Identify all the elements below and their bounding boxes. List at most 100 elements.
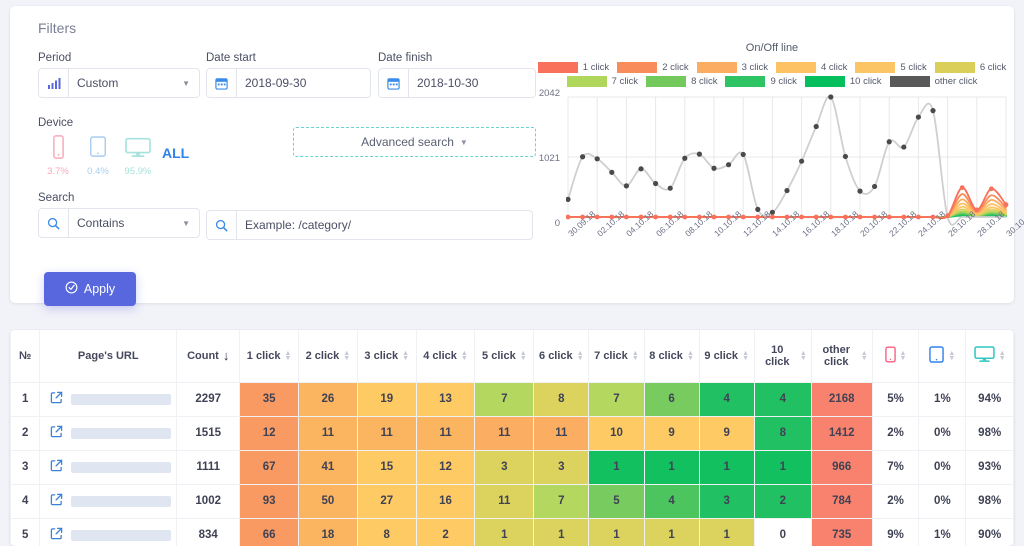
- external-link-icon[interactable]: [50, 497, 63, 509]
- table-header-10-click[interactable]: 10 click▲▼: [754, 330, 811, 382]
- table-row: 410029350271611754327842%0%98%: [11, 484, 1014, 518]
- table-header-count[interactable]: Count↓: [177, 330, 240, 382]
- page-url-cell[interactable]: [40, 484, 177, 518]
- device-option-desktop[interactable]: 95.9%: [118, 135, 158, 177]
- table-header-tablet-icon[interactable]: ▲▼: [919, 330, 966, 382]
- search-input-placeholder[interactable]: Example: /category/: [237, 211, 532, 239]
- calendar-icon[interactable]: [207, 69, 237, 97]
- external-link-icon[interactable]: [50, 463, 63, 475]
- advanced-search-toggle[interactable]: Advanced search ▼: [293, 127, 536, 157]
- legend-item-8-click[interactable]: 8 click: [646, 76, 717, 87]
- legend-item-5-click[interactable]: 5 click: [855, 62, 926, 73]
- legend-item-3-click[interactable]: 3 click: [697, 62, 768, 73]
- bar-chart-icon: [39, 69, 69, 97]
- sort-toggle-icon[interactable]: ▲▼: [800, 351, 807, 361]
- table-header-label: 6 click: [539, 350, 573, 362]
- sort-toggle-icon[interactable]: ▲▼: [461, 351, 468, 361]
- click-10-cell: 4: [754, 382, 811, 416]
- search-label: Search: [38, 192, 200, 204]
- sort-toggle-icon[interactable]: ▲▼: [861, 351, 868, 361]
- date-start-input[interactable]: 2018-09-30: [206, 68, 371, 98]
- click-8-cell: 6: [644, 382, 699, 416]
- desktop-icon: [124, 146, 152, 163]
- search-mode-select[interactable]: Contains ▼: [38, 208, 200, 238]
- sort-toggle-icon[interactable]: ▲▼: [632, 351, 639, 361]
- external-link-icon[interactable]: [50, 531, 63, 543]
- sort-toggle-icon[interactable]: ▲▼: [343, 351, 350, 361]
- click-5-cell: 11: [475, 484, 534, 518]
- sort-toggle-icon[interactable]: ▲▼: [520, 351, 527, 361]
- row-index: 1: [11, 382, 40, 416]
- table-header-1-click[interactable]: 1 click▲▼: [240, 330, 299, 382]
- desktop-pct-cell: 98%: [966, 484, 1014, 518]
- table-header-8-click[interactable]: 8 click ▲▼: [644, 330, 699, 382]
- row-index: 2: [11, 416, 40, 450]
- table-header-5-click[interactable]: 5 click▲▼: [475, 330, 534, 382]
- legend-swatch: [855, 62, 895, 73]
- device-option-tablet[interactable]: 0.4%: [78, 135, 118, 177]
- table-header-label: 8 click: [649, 350, 683, 362]
- click-8-cell: 9: [644, 416, 699, 450]
- table-header-desktop-icon[interactable]: ▲▼: [966, 330, 1014, 382]
- period-field: Period Custom ▼: [38, 52, 200, 98]
- external-link-icon[interactable]: [50, 395, 63, 407]
- sort-toggle-icon[interactable]: ▲▼: [402, 351, 409, 361]
- count-cell: 1111: [177, 450, 240, 484]
- legend-label: 8 click: [691, 76, 717, 87]
- sort-toggle-icon[interactable]: ▲▼: [687, 351, 694, 361]
- table-header-4-click[interactable]: 4 click▲▼: [416, 330, 475, 382]
- date-finish-value[interactable]: 2018-10-30: [409, 69, 535, 97]
- sort-toggle-icon[interactable]: ▲▼: [948, 351, 955, 361]
- table-header-3-click[interactable]: 3 click▲▼: [357, 330, 416, 382]
- period-label: Period: [38, 52, 200, 64]
- click-1-cell: 35: [240, 382, 299, 416]
- page-url-cell[interactable]: [40, 450, 177, 484]
- page-url-cell[interactable]: [40, 382, 177, 416]
- table-header-label: 1 click: [247, 350, 281, 362]
- date-start-value[interactable]: 2018-09-30: [237, 69, 370, 97]
- legend-item-2-click[interactable]: 2 click: [617, 62, 688, 73]
- device-option-mobile[interactable]: 3.7%: [38, 135, 78, 177]
- table-header-7-click[interactable]: 7 click▲▼: [589, 330, 644, 382]
- click-7-cell: 7: [589, 382, 644, 416]
- sort-toggle-icon[interactable]: ▲▼: [577, 351, 584, 361]
- sort-desc-icon[interactable]: ↓: [223, 348, 230, 363]
- sort-toggle-icon[interactable]: ▲▼: [284, 351, 291, 361]
- page-url-cell[interactable]: [40, 518, 177, 546]
- table-header-9-click[interactable]: 9 click ▲▼: [699, 330, 754, 382]
- click-7-cell: 1: [589, 450, 644, 484]
- legend-item-7-click[interactable]: 7 click: [567, 76, 638, 87]
- click-10-cell: 8: [754, 416, 811, 450]
- search-input-group[interactable]: Example: /category/: [206, 210, 533, 240]
- legend-item-10-click[interactable]: 10 click: [805, 76, 882, 87]
- legend-item-1-click[interactable]: 1 click: [538, 62, 609, 73]
- table-header-label: 9 click: [704, 350, 738, 362]
- calendar-icon[interactable]: [379, 69, 409, 97]
- count-cell: 2297: [177, 382, 240, 416]
- legend-item-4-click[interactable]: 4 click: [776, 62, 847, 73]
- click-7-cell: 5: [589, 484, 644, 518]
- table-header-6-click[interactable]: 6 click ▲▼: [534, 330, 589, 382]
- sort-toggle-icon[interactable]: ▲▼: [999, 351, 1006, 361]
- device-option-all[interactable]: ALL: [158, 145, 189, 177]
- external-link-icon[interactable]: [50, 429, 63, 441]
- legend-item-other-click[interactable]: other click: [890, 76, 978, 87]
- device-tablet-pct: 0.4%: [78, 166, 118, 177]
- click-8-cell: 1: [644, 518, 699, 546]
- mobile-pct-cell: 2%: [872, 484, 919, 518]
- apply-button[interactable]: Apply: [44, 272, 136, 306]
- legend-item-6-click[interactable]: 6 click: [935, 62, 1006, 73]
- date-finish-input[interactable]: 2018-10-30: [378, 68, 536, 98]
- sort-toggle-icon[interactable]: ▲▼: [742, 351, 749, 361]
- click-3-cell: 11: [357, 416, 416, 450]
- table-header-2-click[interactable]: 2 click▲▼: [299, 330, 358, 382]
- legend-item-9-click[interactable]: 9 click: [725, 76, 796, 87]
- page-url-cell[interactable]: [40, 416, 177, 450]
- sort-toggle-icon[interactable]: ▲▼: [900, 351, 907, 361]
- count-cell: 834: [177, 518, 240, 546]
- period-select[interactable]: Custom ▼: [38, 68, 200, 98]
- click-4-cell: 2: [416, 518, 475, 546]
- table-header-other-click[interactable]: other click▲▼: [811, 330, 872, 382]
- click-10-cell: 0: [754, 518, 811, 546]
- table-header-mobile-icon[interactable]: ▲▼: [872, 330, 919, 382]
